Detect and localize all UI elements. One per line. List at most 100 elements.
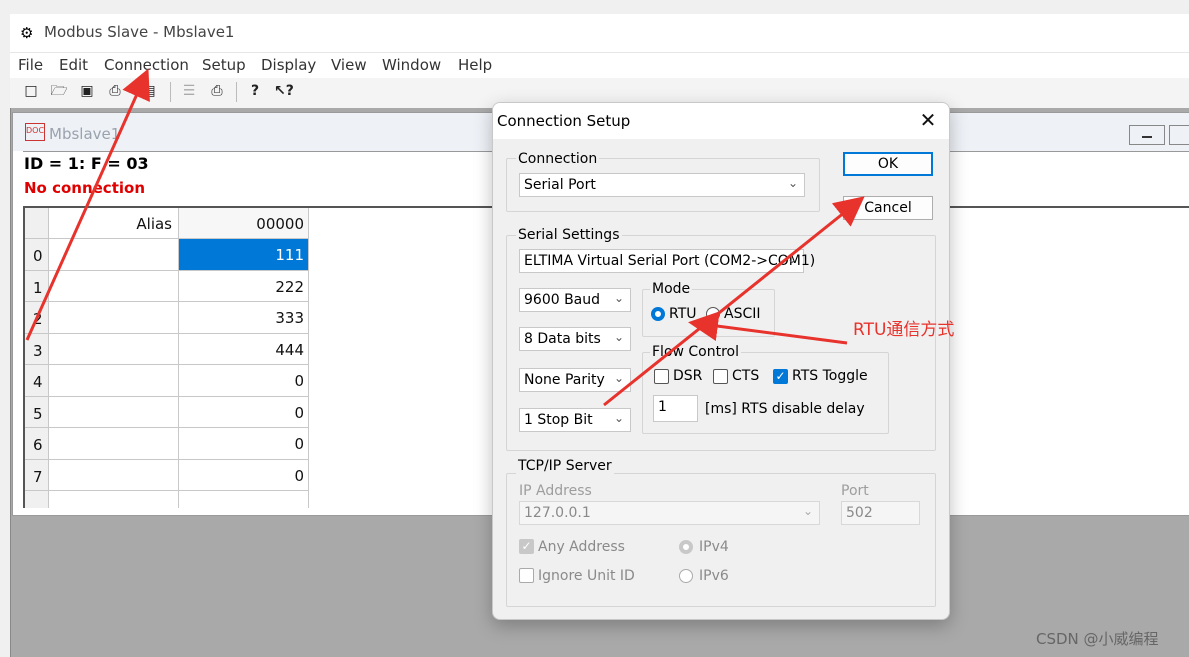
maximize-button[interactable] [1169, 125, 1189, 145]
ip-address-value: 127.0.0.1 [524, 505, 591, 521]
baud-value: 9600 Baud [524, 292, 601, 308]
alias-cell[interactable] [49, 460, 179, 491]
app-title: Modbus Slave - Mbslave1 [44, 23, 235, 41]
rts-delay-input[interactable]: 1 [653, 395, 698, 422]
close-icon[interactable]: ✕ [917, 109, 939, 131]
menu-edit[interactable]: Edit [59, 56, 88, 74]
alias-cell[interactable] [49, 302, 179, 334]
parity-select[interactable]: None Parity ⌄ [519, 368, 631, 392]
dsr-checkbox[interactable] [654, 369, 669, 384]
column-alias-header[interactable]: Alias [49, 208, 179, 239]
row-header[interactable]: 6 [25, 428, 49, 460]
ipv6-radio[interactable] [679, 569, 693, 583]
stop-bit-value: 1 Stop Bit [524, 412, 593, 428]
child-title: Mbslave1 [49, 125, 121, 143]
row-header[interactable]: 3 [25, 334, 49, 365]
row-header[interactable]: 5 [25, 397, 49, 428]
menu-file[interactable]: File [18, 56, 43, 74]
help-icon[interactable]: ? [246, 82, 264, 100]
value-cell[interactable]: 0 [179, 397, 309, 428]
alias-cell[interactable] [49, 334, 179, 365]
app-icon: ⚙ [20, 24, 34, 42]
parity-value: None Parity [524, 372, 605, 388]
chevron-down-icon: ⌄ [613, 371, 624, 385]
value-cell[interactable]: 0 [179, 428, 309, 460]
row-header[interactable]: 4 [25, 365, 49, 397]
data-bits-select[interactable]: 8 Data bits ⌄ [519, 327, 631, 351]
slave-id-function: ID = 1: F = 03 [24, 154, 149, 173]
dialog-title: Connection Setup [497, 112, 631, 130]
cts-checkbox[interactable] [713, 369, 728, 384]
grid-corner [25, 208, 49, 239]
rtu-radio[interactable] [651, 307, 665, 321]
alias-cell[interactable] [49, 365, 179, 397]
connection-type-select[interactable]: Serial Port ⌄ [519, 173, 805, 197]
row-header[interactable]: 0 [25, 239, 49, 271]
ipv6-label: IPv6 [699, 568, 729, 584]
row-header[interactable]: 1 [25, 271, 49, 302]
menubar: File Edit Connection Setup Display View … [10, 52, 1189, 79]
chevron-down-icon: ⌄ [613, 291, 624, 305]
flow-control-label: Flow Control [650, 344, 742, 360]
serial-port-select[interactable]: ELTIMA Virtual Serial Port (COM2->COM1) … [519, 249, 815, 273]
menu-connection[interactable]: Connection [104, 56, 189, 74]
column-value-header[interactable]: 00000 [179, 208, 309, 239]
tcp-ip-label: TCP/IP Server [516, 458, 614, 474]
menu-window[interactable]: Window [382, 56, 441, 74]
ascii-radio[interactable] [706, 307, 720, 321]
alias-cell[interactable] [49, 271, 179, 302]
toolbar-separator [236, 82, 237, 102]
ok-button[interactable]: OK [843, 152, 933, 176]
port-input[interactable]: 502 [841, 501, 920, 525]
alias-cell[interactable] [49, 397, 179, 428]
connection-group-label: Connection [516, 151, 600, 167]
value-cell[interactable]: 333 [179, 302, 309, 334]
cancel-button[interactable]: Cancel [843, 196, 933, 220]
ipv4-radio[interactable] [679, 540, 693, 554]
dialog-titlebar: Connection Setup ✕ [493, 103, 949, 139]
value-cell[interactable] [179, 491, 309, 508]
row-header[interactable]: 7 [25, 460, 49, 491]
menu-display[interactable]: Display [261, 56, 316, 74]
save-icon[interactable]: ▣ [78, 82, 96, 100]
value-cell-selected[interactable]: 111 [179, 239, 309, 271]
alias-cell[interactable] [49, 428, 179, 460]
chevron-down-icon: ⌄ [802, 504, 813, 518]
ip-address-select[interactable]: 127.0.0.1 ⌄ [519, 501, 820, 525]
row-header[interactable]: 2 [25, 302, 49, 334]
menu-setup[interactable]: Setup [202, 56, 246, 74]
new-icon[interactable]: □ [22, 82, 40, 100]
chevron-down-icon: ⌄ [613, 330, 624, 344]
print-icon[interactable]: ⎙ [106, 82, 124, 100]
serial-settings-label: Serial Settings [516, 227, 622, 243]
printer-icon[interactable]: ⎙ [208, 82, 226, 100]
chevron-down-icon: ⌄ [786, 252, 797, 266]
connection-status: No connection [24, 179, 145, 197]
chevron-down-icon: ⌄ [613, 411, 624, 425]
ignore-unit-id-checkbox[interactable] [519, 568, 534, 583]
ipv4-label: IPv4 [699, 539, 729, 555]
dsr-label: DSR [673, 368, 703, 384]
chevron-down-icon: ⌄ [787, 176, 798, 190]
any-address-checkbox[interactable]: ✓ [519, 539, 534, 554]
value-cell[interactable]: 444 [179, 334, 309, 365]
value-cell[interactable]: 0 [179, 460, 309, 491]
value-cell[interactable]: 222 [179, 271, 309, 302]
row-header[interactable] [25, 491, 49, 508]
alias-cell[interactable] [49, 239, 179, 271]
main-titlebar: ⚙ Modbus Slave - Mbslave1 [10, 14, 1189, 52]
value-cell[interactable]: 0 [179, 365, 309, 397]
rts-delay-label: [ms] RTS disable delay [705, 401, 865, 417]
ascii-label: ASCII [724, 306, 761, 322]
context-help-icon[interactable]: ↖? [274, 82, 294, 100]
minimize-button[interactable] [1129, 125, 1165, 145]
alias-cell[interactable] [49, 491, 179, 508]
baud-select[interactable]: 9600 Baud ⌄ [519, 288, 631, 312]
open-icon[interactable]: 🗁 [50, 82, 68, 100]
window-icon[interactable]: ▤ [140, 82, 158, 100]
menu-help[interactable]: Help [458, 56, 492, 74]
rts-toggle-checkbox[interactable]: ✓ [773, 369, 788, 384]
menu-view[interactable]: View [331, 56, 367, 74]
stop-bit-select[interactable]: 1 Stop Bit ⌄ [519, 408, 631, 432]
connect-icon[interactable]: ☰ [180, 82, 198, 100]
